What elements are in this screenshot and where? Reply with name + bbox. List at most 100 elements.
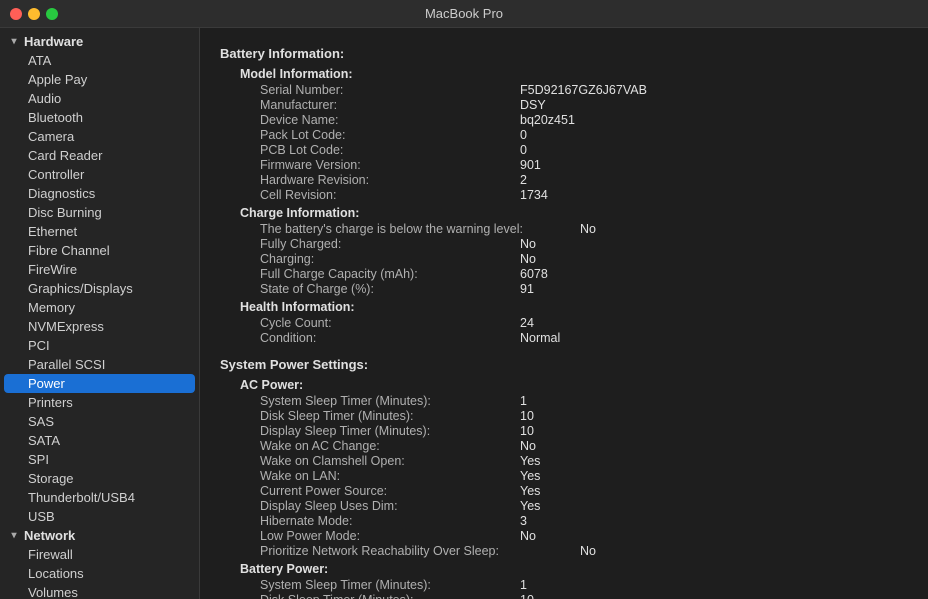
minimize-button[interactable] — [28, 8, 40, 20]
sidebar-item-usb[interactable]: USB — [0, 507, 199, 526]
sidebar-item-controller[interactable]: Controller — [0, 165, 199, 184]
sidebar-item-firewall[interactable]: Firewall — [0, 545, 199, 564]
main-content: ▾ Hardware ATA Apple Pay Audio Bluetooth… — [0, 28, 928, 599]
sidebar: ▾ Hardware ATA Apple Pay Audio Bluetooth… — [0, 28, 200, 599]
title-bar: MacBook Pro — [0, 0, 928, 28]
state-of-charge-value: 91 — [520, 282, 534, 296]
fully-charged-value: No — [520, 237, 536, 251]
sidebar-item-bluetooth[interactable]: Bluetooth — [0, 108, 199, 127]
sidebar-item-sas[interactable]: SAS — [0, 412, 199, 431]
ac-power-header: AC Power: — [220, 378, 908, 392]
firmware-label: Firmware Version: — [260, 158, 520, 172]
ac-display-sleep-value: 10 — [520, 424, 534, 438]
sidebar-group-network-label: Network — [24, 528, 75, 543]
sidebar-item-volumes[interactable]: Volumes — [0, 583, 199, 599]
hardware-rev-row: Hardware Revision: 2 — [220, 173, 908, 187]
bat-disk-sleep-row: Disk Sleep Timer (Minutes): 10 — [220, 593, 908, 599]
sidebar-group-hardware[interactable]: ▾ Hardware — [0, 32, 199, 51]
device-name-value: bq20z451 — [520, 113, 575, 127]
ac-network-reachability-value: No — [580, 544, 596, 558]
ac-hibernate-value: 3 — [520, 514, 527, 528]
sidebar-item-diagnostics[interactable]: Diagnostics — [0, 184, 199, 203]
bat-disk-sleep-label: Disk Sleep Timer (Minutes): — [260, 593, 520, 599]
ac-display-sleep-label: Display Sleep Timer (Minutes): — [260, 424, 520, 438]
charging-value: No — [520, 252, 536, 266]
maximize-button[interactable] — [46, 8, 58, 20]
cycle-count-row: Cycle Count: 24 — [220, 316, 908, 330]
bat-system-sleep-value: 1 — [520, 578, 527, 592]
sidebar-group-hardware-label: Hardware — [24, 34, 83, 49]
model-info-header: Model Information: — [220, 67, 908, 81]
below-warning-row: The battery's charge is below the warnin… — [220, 222, 908, 236]
close-button[interactable] — [10, 8, 22, 20]
sidebar-item-ethernet[interactable]: Ethernet — [0, 222, 199, 241]
chevron-hardware-icon: ▾ — [8, 36, 20, 48]
charging-label: Charging: — [260, 252, 520, 266]
charge-info-header: Charge Information: — [220, 206, 908, 220]
traffic-lights — [10, 8, 58, 20]
cell-rev-row: Cell Revision: 1734 — [220, 188, 908, 202]
ac-hibernate-row: Hibernate Mode: 3 — [220, 514, 908, 528]
sidebar-item-spi[interactable]: SPI — [0, 450, 199, 469]
sidebar-item-fibre-channel[interactable]: Fibre Channel — [0, 241, 199, 260]
ac-wake-on-ac-value: No — [520, 439, 536, 453]
sidebar-item-memory[interactable]: Memory — [0, 298, 199, 317]
sidebar-item-sata[interactable]: SATA — [0, 431, 199, 450]
ac-disk-sleep-label: Disk Sleep Timer (Minutes): — [260, 409, 520, 423]
ac-hibernate-label: Hibernate Mode: — [260, 514, 520, 528]
charging-row: Charging: No — [220, 252, 908, 266]
sidebar-item-thunderbolt-usb4[interactable]: Thunderbolt/USB4 — [0, 488, 199, 507]
ac-wake-on-ac-label: Wake on AC Change: — [260, 439, 520, 453]
sidebar-item-firewire[interactable]: FireWire — [0, 260, 199, 279]
device-name-label: Device Name: — [260, 113, 520, 127]
sidebar-item-graphics-displays[interactable]: Graphics/Displays — [0, 279, 199, 298]
bat-system-sleep-label: System Sleep Timer (Minutes): — [260, 578, 520, 592]
sidebar-item-audio[interactable]: Audio — [0, 89, 199, 108]
sidebar-item-apple-pay[interactable]: Apple Pay — [0, 70, 199, 89]
ac-system-sleep-label: System Sleep Timer (Minutes): — [260, 394, 520, 408]
ac-wake-clamshell-value: Yes — [520, 454, 540, 468]
full-charge-label: Full Charge Capacity (mAh): — [260, 267, 520, 281]
sidebar-item-power[interactable]: Power — [4, 374, 195, 393]
sidebar-item-disc-burning[interactable]: Disc Burning — [0, 203, 199, 222]
sidebar-item-card-reader[interactable]: Card Reader — [0, 146, 199, 165]
cell-rev-value: 1734 — [520, 188, 548, 202]
sidebar-item-parallel-scsi[interactable]: Parallel SCSI — [0, 355, 199, 374]
fully-charged-label: Fully Charged: — [260, 237, 520, 251]
below-warning-value: No — [580, 222, 596, 236]
ac-display-dim-value: Yes — [520, 499, 540, 513]
bat-system-sleep-row: System Sleep Timer (Minutes): 1 — [220, 578, 908, 592]
health-info-header: Health Information: — [220, 300, 908, 314]
ac-network-reachability-row: Prioritize Network Reachability Over Sle… — [220, 544, 908, 558]
ac-display-sleep-row: Display Sleep Timer (Minutes): 10 — [220, 424, 908, 438]
ac-wake-clamshell-label: Wake on Clamshell Open: — [260, 454, 520, 468]
ac-disk-sleep-row: Disk Sleep Timer (Minutes): 10 — [220, 409, 908, 423]
ac-network-reachability-label: Prioritize Network Reachability Over Sle… — [260, 544, 580, 558]
sidebar-item-storage[interactable]: Storage — [0, 469, 199, 488]
hardware-rev-label: Hardware Revision: — [260, 173, 520, 187]
full-charge-value: 6078 — [520, 267, 548, 281]
sidebar-group-network[interactable]: ▾ Network — [0, 526, 199, 545]
manufacturer-value: DSY — [520, 98, 546, 112]
sidebar-item-ata[interactable]: ATA — [0, 51, 199, 70]
sidebar-item-camera[interactable]: Camera — [0, 127, 199, 146]
detail-pane: Battery Information: Model Information: … — [200, 28, 928, 599]
sidebar-item-nvmexpress[interactable]: NVMExpress — [0, 317, 199, 336]
sidebar-item-printers[interactable]: Printers — [0, 393, 199, 412]
system-power-header: System Power Settings: — [220, 357, 908, 372]
bat-disk-sleep-value: 10 — [520, 593, 534, 599]
ac-disk-sleep-value: 10 — [520, 409, 534, 423]
ac-display-dim-label: Display Sleep Uses Dim: — [260, 499, 520, 513]
hardware-rev-value: 2 — [520, 173, 527, 187]
window-title: MacBook Pro — [425, 6, 503, 21]
manufacturer-label: Manufacturer: — [260, 98, 520, 112]
ac-current-power-value: Yes — [520, 484, 540, 498]
pcb-lot-label: PCB Lot Code: — [260, 143, 520, 157]
sidebar-item-pci[interactable]: PCI — [0, 336, 199, 355]
firmware-value: 901 — [520, 158, 541, 172]
pcb-lot-row: PCB Lot Code: 0 — [220, 143, 908, 157]
pack-lot-row: Pack Lot Code: 0 — [220, 128, 908, 142]
ac-system-sleep-row: System Sleep Timer (Minutes): 1 — [220, 394, 908, 408]
sidebar-item-locations[interactable]: Locations — [0, 564, 199, 583]
cycle-count-label: Cycle Count: — [260, 316, 520, 330]
